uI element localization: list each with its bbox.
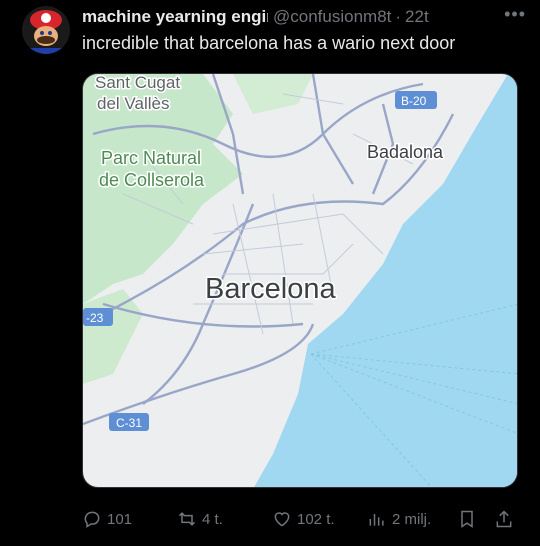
share-button[interactable] [494,504,519,534]
views-icon [369,514,384,526]
like-count: 102 t. [297,510,335,528]
label-parc-natural: Parc Natural [101,148,201,168]
repost-button[interactable]: 4 t. [177,504,223,534]
user-handle[interactable]: @confusionm8t [273,7,391,27]
tweet-header: machine yearning engin @confusionm8t · 2… [82,6,528,28]
tweet-text: incredible that barcelona has a wario ne… [82,33,456,53]
label-badalona: Badalona [367,142,444,162]
more-dots-icon[interactable]: ••• [504,4,526,25]
reply-icon [84,511,100,528]
action-bar: 101 4 t. 102 t. 2 milj. [82,504,522,534]
label-del-valles: del Vallès [97,94,169,113]
avatar[interactable] [22,6,70,54]
views-count: 2 milj. [392,510,432,528]
reply-button[interactable]: 101 [82,504,132,534]
bookmark-button[interactable] [457,504,482,534]
road-b20: B-20 [401,94,427,108]
share-icon [496,510,512,528]
views-button[interactable]: 2 milj. [367,504,431,534]
label-barcelona: Barcelona [205,273,336,305]
separator-dot: · [395,7,402,26]
map-image[interactable]: Sant Cugat del Vallès Parc Natural de Co… [82,73,518,488]
repost-icon [178,512,196,526]
road-23: -23 [86,311,104,325]
like-button[interactable]: 102 t. [272,504,335,534]
label-sant-cugat: Sant Cugat [95,74,180,92]
road-c31: C-31 [116,416,142,430]
heart-icon [274,512,290,527]
reply-count: 101 [107,510,133,528]
bookmark-icon [461,510,473,528]
repost-count: 4 t. [202,510,223,528]
display-name[interactable]: machine yearning engin [82,7,268,27]
label-collserola: de Collserola [99,170,205,190]
timestamp[interactable]: 22t [405,7,429,27]
